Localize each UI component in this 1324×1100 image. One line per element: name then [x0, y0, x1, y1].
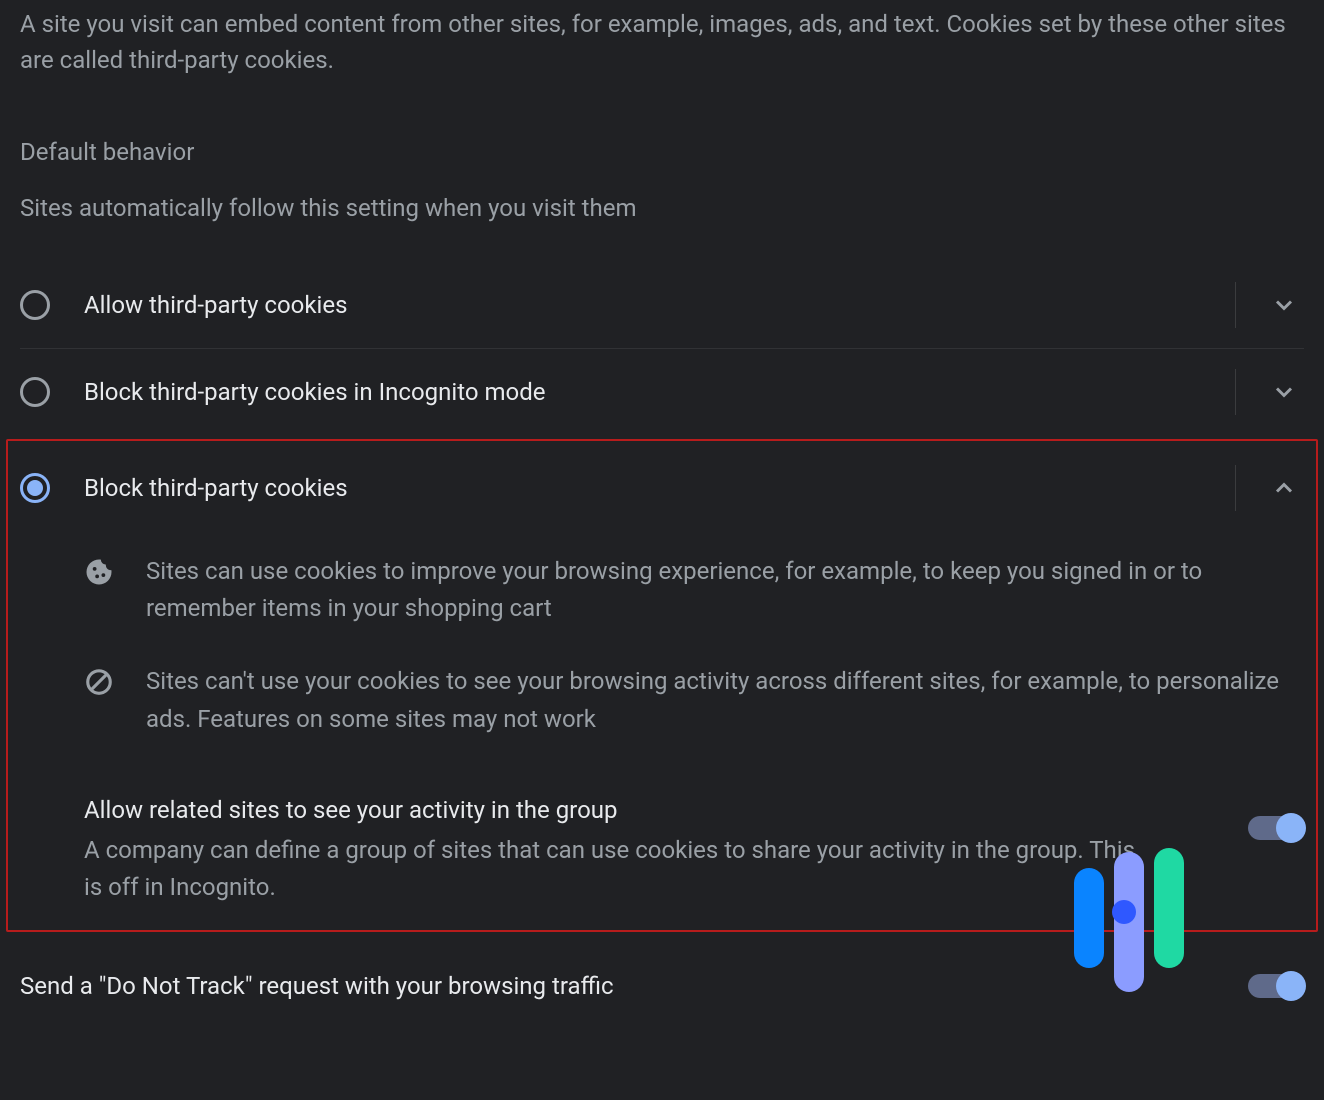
- cookie-icon: [84, 553, 128, 591]
- radio-selected-icon[interactable]: [20, 473, 50, 503]
- block-icon: [84, 663, 128, 701]
- separator: [1235, 465, 1236, 511]
- intro-text: A site you visit can embed content from …: [20, 0, 1304, 108]
- detail-cookies-allowed: Sites can use cookies to improve your br…: [20, 535, 1304, 645]
- related-sites-toggle[interactable]: [1248, 816, 1304, 840]
- chevron-down-icon[interactable]: [1264, 378, 1304, 406]
- option-allow-third-party[interactable]: Allow third-party cookies: [20, 262, 1304, 349]
- separator: [1235, 369, 1236, 415]
- related-sites-desc: A company can define a group of sites th…: [84, 832, 1144, 906]
- option-block-third-party[interactable]: Block third-party cookies: [20, 441, 1304, 535]
- do-not-track-row[interactable]: Send a "Do Not Track" request with your …: [20, 946, 1304, 1026]
- option-block-incognito[interactable]: Block third-party cookies in Incognito m…: [20, 349, 1304, 435]
- option-label: Block third-party cookies in Incognito m…: [84, 378, 1207, 406]
- toggle-knob: [1276, 971, 1306, 1001]
- radio-unselected-icon[interactable]: [20, 290, 50, 320]
- do-not-track-label: Send a "Do Not Track" request with your …: [20, 972, 1248, 1000]
- option-block-third-party-highlight: Block third-party cookies Sites can use …: [6, 439, 1318, 932]
- option-label: Allow third-party cookies: [84, 291, 1207, 319]
- related-sites-setting: Allow related sites to see your activity…: [20, 756, 1304, 906]
- radio-unselected-icon[interactable]: [20, 377, 50, 407]
- detail-cookies-blocked: Sites can't use your cookies to see your…: [20, 645, 1304, 755]
- option-label: Block third-party cookies: [84, 474, 1207, 502]
- default-behavior-sub: Sites automatically follow this setting …: [20, 186, 1304, 262]
- detail-text: Sites can use cookies to improve your br…: [128, 553, 1304, 627]
- default-behavior-header: Default behavior: [20, 108, 1304, 186]
- chevron-down-icon[interactable]: [1264, 291, 1304, 319]
- toggle-knob: [1276, 813, 1306, 843]
- do-not-track-toggle[interactable]: [1248, 974, 1304, 998]
- related-sites-title: Allow related sites to see your activity…: [84, 796, 1144, 832]
- chevron-up-icon[interactable]: [1264, 474, 1304, 502]
- detail-text: Sites can't use your cookies to see your…: [128, 663, 1304, 737]
- separator: [1235, 282, 1236, 328]
